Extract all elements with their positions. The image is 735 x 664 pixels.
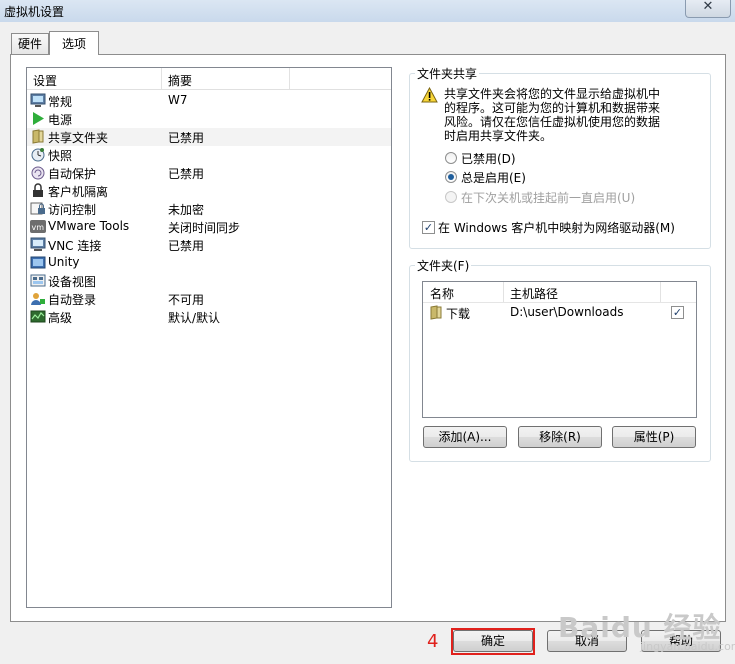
list-item-label: 共享文件夹 (48, 131, 109, 145)
folders-table-header (423, 282, 696, 303)
list-item-label: 电源 (48, 113, 73, 127)
radio-always-enabled[interactable] (445, 171, 457, 183)
header-divider (660, 282, 661, 302)
list-item-device-view[interactable]: 设备视图 (27, 272, 391, 290)
list-item-vnc[interactable]: VNC 连接 已禁用 (27, 236, 391, 254)
list-item-snapshots[interactable]: 快照 (27, 146, 391, 164)
list-item-label: 自动登录 (48, 293, 97, 307)
tab-hardware[interactable]: 硬件 (11, 33, 49, 54)
header-divider (289, 68, 290, 89)
list-item-summary: 未加密 (168, 203, 205, 217)
warning-line: 共享文件夹会将您的文件显示给虚拟机中 (444, 87, 661, 101)
autoprotect-icon (30, 165, 46, 180)
monitor-icon (30, 93, 46, 108)
list-item-label: 客户机隔离 (48, 185, 109, 199)
warning-text: 共享文件夹会将您的文件显示给虚拟机中 的程序。这可能为您的计算机和数据带来 风险… (444, 87, 660, 143)
column-header-summary[interactable]: 摘要 (168, 72, 192, 89)
warning-line: 风险。请仅在您信任虚拟机使用您的数据 (444, 115, 661, 129)
list-item-summary: W7 (168, 93, 188, 107)
list-item-unity[interactable]: Unity (27, 254, 391, 272)
list-item-summary: 关闭时间同步 (168, 221, 241, 235)
list-item-label: 快照 (48, 149, 73, 163)
header-divider (503, 282, 504, 302)
list-item-label: 高级 (48, 311, 73, 325)
list-item-label: Unity (48, 255, 80, 269)
map-network-drive-label[interactable]: 在 Windows 客户机中映射为网络驱动器(M) (438, 219, 675, 236)
vmware-tools-icon: vm (30, 219, 46, 234)
unity-icon (30, 255, 46, 270)
settings-list-header (27, 68, 391, 90)
add-folder-button[interactable]: 添加(A)... (423, 426, 507, 448)
list-item-label: VNC 连接 (48, 239, 102, 253)
list-item-autologin[interactable]: 自动登录 不可用 (27, 290, 391, 308)
folder-host-path: D:\user\Downloads (510, 305, 624, 319)
list-item-power[interactable]: 电源 (27, 110, 391, 128)
step-number: 4 (427, 631, 439, 652)
access-control-icon (30, 201, 46, 216)
radio-until-poweroff (445, 191, 457, 203)
advanced-icon (30, 309, 46, 324)
radio-label-disabled[interactable]: 已禁用(D) (461, 150, 516, 167)
shared-folder-icon (429, 305, 443, 320)
folder-enabled-checkbox[interactable]: ✓ (671, 306, 684, 319)
list-item-summary: 不可用 (168, 293, 205, 307)
radio-label-until-poweroff: 在下次关机或挂起前一直启用(U) (461, 191, 636, 205)
folder-properties-button[interactable]: 属性(P) (612, 426, 696, 448)
header-divider (161, 68, 162, 89)
device-view-icon (30, 273, 46, 288)
lock-icon (30, 183, 46, 198)
list-item-summary: 已禁用 (168, 131, 205, 145)
list-item-summary: 已禁用 (168, 239, 205, 253)
column-header-name[interactable]: 名称 (430, 285, 454, 302)
list-item-shared-folders[interactable]: 共享文件夹 已禁用 (27, 128, 391, 146)
list-item-label: 设备视图 (48, 275, 97, 289)
tab-options[interactable]: 选项 (49, 31, 99, 55)
vnc-icon (30, 237, 46, 252)
shared-folder-icon (30, 129, 46, 144)
list-item-summary: 已禁用 (168, 167, 205, 181)
step-highlight-box (451, 628, 535, 655)
snapshot-clock-icon (30, 147, 46, 162)
list-item-access-control[interactable]: 访问控制 未加密 (27, 200, 391, 218)
watermark-url: jingyan.baidu.com (640, 640, 735, 653)
list-item-advanced[interactable]: 高级 默认/默认 (27, 308, 391, 326)
title-bar (0, 0, 735, 23)
warning-line: 时启用共享文件夹。 (444, 129, 553, 143)
column-header-setting[interactable]: 设置 (33, 72, 57, 89)
list-item-general[interactable]: 常规 W7 (27, 92, 391, 110)
folder-name: 下载 (446, 307, 471, 321)
warning-icon (421, 86, 438, 103)
column-header-host-path[interactable]: 主机路径 (510, 285, 558, 302)
list-item-summary: 默认/默认 (168, 311, 221, 325)
list-item-label: 常规 (48, 95, 73, 109)
list-item-label: VMware Tools (48, 219, 130, 233)
close-button[interactable]: ✕ (685, 0, 731, 18)
window-title: 虚拟机设置 (4, 5, 65, 19)
radio-disabled-option[interactable] (445, 152, 457, 164)
power-play-icon (30, 111, 46, 126)
remove-folder-button[interactable]: 移除(R) (518, 426, 602, 448)
warning-line: 的程序。这可能为您的计算机和数据带来 (444, 101, 661, 115)
list-item-label: 访问控制 (48, 203, 97, 217)
list-item-label: 自动保护 (48, 167, 97, 181)
radio-label-always-enabled[interactable]: 总是启用(E) (461, 169, 526, 186)
list-item-guest-isolation[interactable]: 客户机隔离 (27, 182, 391, 200)
list-item-vmware-tools[interactable]: vm VMware Tools 关闭时间同步 (27, 218, 391, 236)
autologin-icon (30, 291, 46, 306)
folders-title: 文件夹(F) (415, 257, 472, 274)
list-item-autoprotect[interactable]: 自动保护 已禁用 (27, 164, 391, 182)
svg-text:vm: vm (32, 223, 45, 232)
map-network-drive-checkbox[interactable]: ✓ (422, 221, 435, 234)
close-icon: ✕ (702, 0, 714, 14)
folder-sharing-title: 文件夹共享 (415, 65, 480, 82)
